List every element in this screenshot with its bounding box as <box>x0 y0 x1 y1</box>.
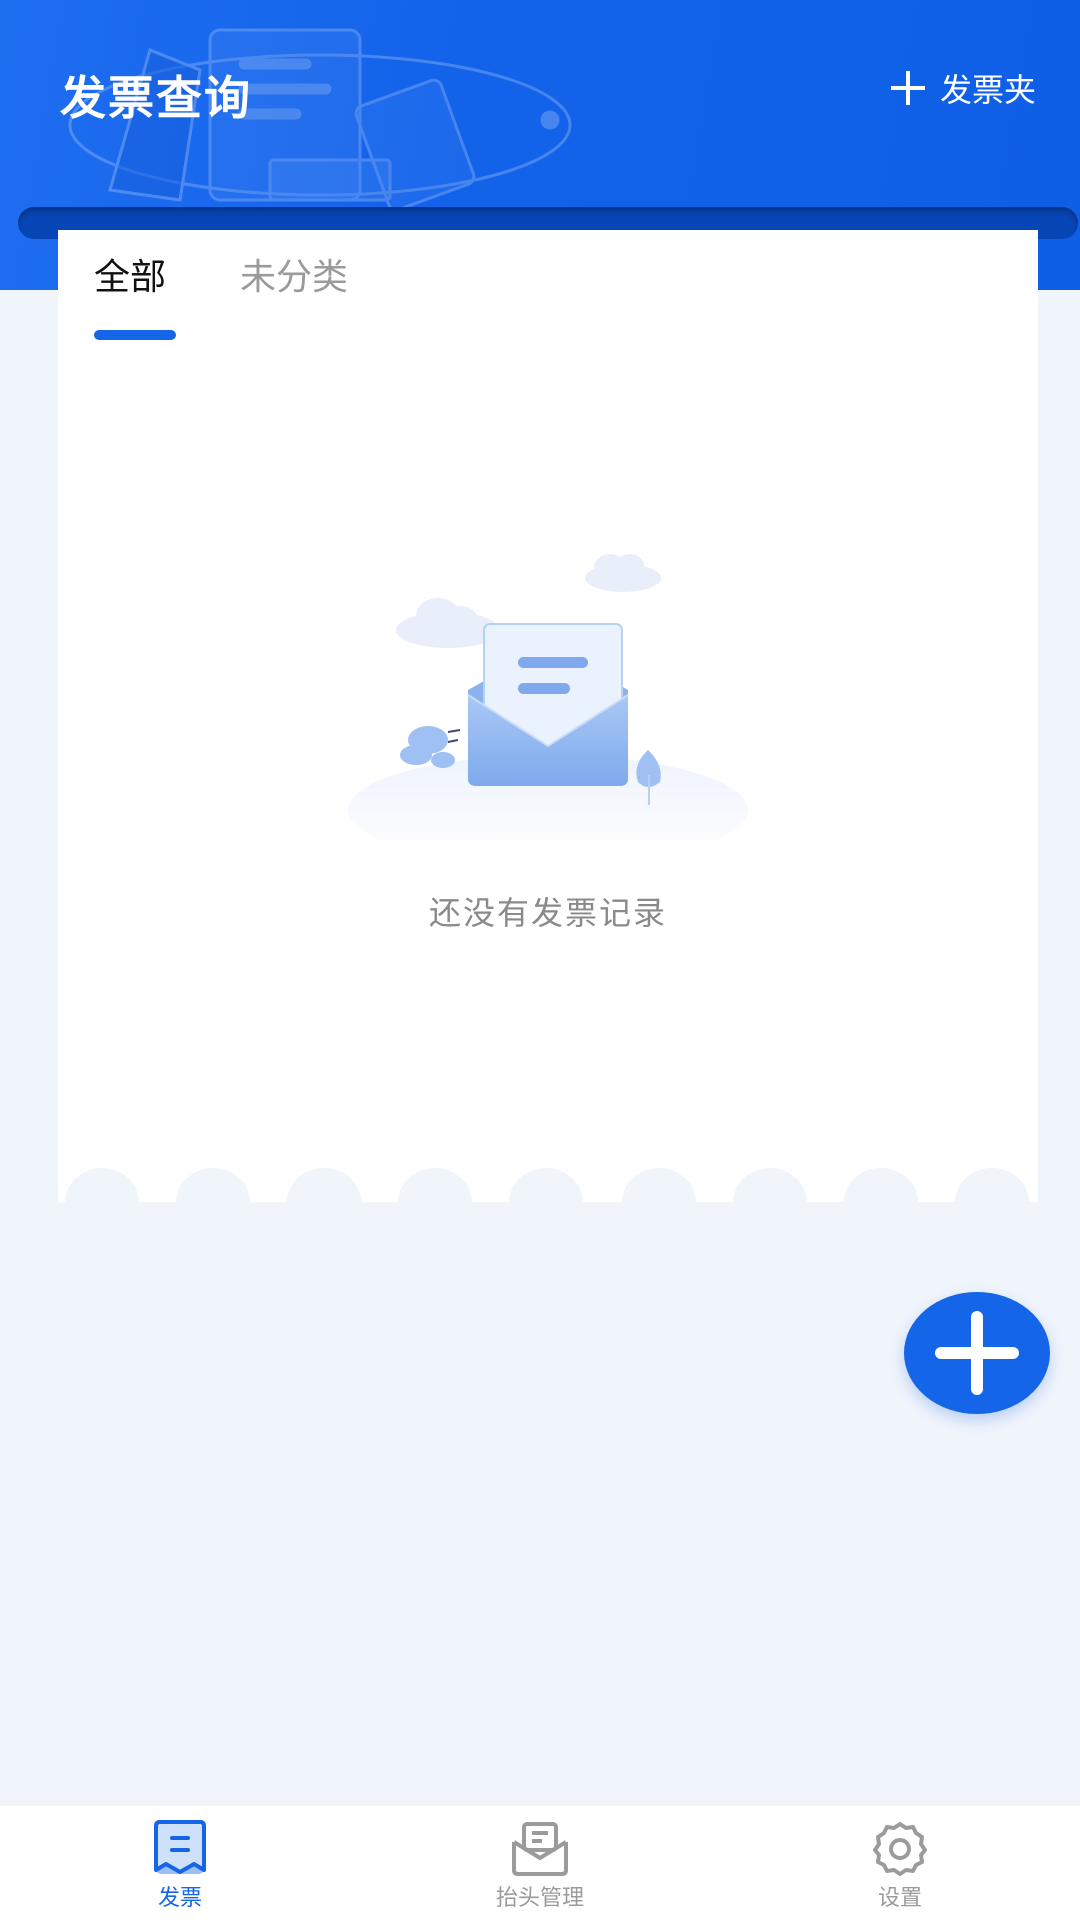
nav-item-header-management[interactable]: 抬头管理 <box>360 1806 720 1920</box>
invoice-icon <box>154 1820 206 1874</box>
category-tabs: 全部 未分类 <box>94 252 422 340</box>
tab-all-label: 全部 <box>94 257 167 298</box>
tab-uncategorized[interactable]: 未分类 <box>240 252 348 332</box>
nav-label-header-management: 抬头管理 <box>495 1886 584 1911</box>
tab-all[interactable]: 全部 <box>94 252 176 340</box>
plus-icon <box>935 1311 1019 1395</box>
scalloped-edge <box>65 1168 1029 1202</box>
bottom-navigation: 发票 抬头管理 设置 <box>0 1806 1080 1920</box>
empty-state-message: 还没有发票记录 <box>428 894 667 932</box>
nav-item-invoice[interactable]: 发票 <box>0 1806 360 1920</box>
inbox-letter-icon <box>512 1822 568 1876</box>
plus-icon <box>890 71 925 105</box>
invoice-folder-button[interactable]: 发票夹 <box>888 66 1036 110</box>
invoice-query-page: 发票查询 发票夹 全部 未分类 还没有发票记录 发票 抬头管理 设置 <box>0 0 1080 1920</box>
page-title: 发票查询 <box>60 71 252 125</box>
invoice-list-card: 全部 未分类 还没有发票记录 <box>58 230 1038 1202</box>
gear-icon <box>873 1822 927 1876</box>
tab-uncategorized-label: 未分类 <box>240 257 349 298</box>
envelope-letter-illustration <box>348 554 748 840</box>
invoice-folder-label: 发票夹 <box>939 71 1036 109</box>
add-invoice-button[interactable] <box>904 1292 1050 1414</box>
tab-active-indicator <box>94 330 176 340</box>
nav-item-settings[interactable]: 设置 <box>720 1806 1080 1920</box>
nav-label-settings: 设置 <box>877 1886 922 1911</box>
nav-label-invoice: 发票 <box>157 1886 202 1911</box>
